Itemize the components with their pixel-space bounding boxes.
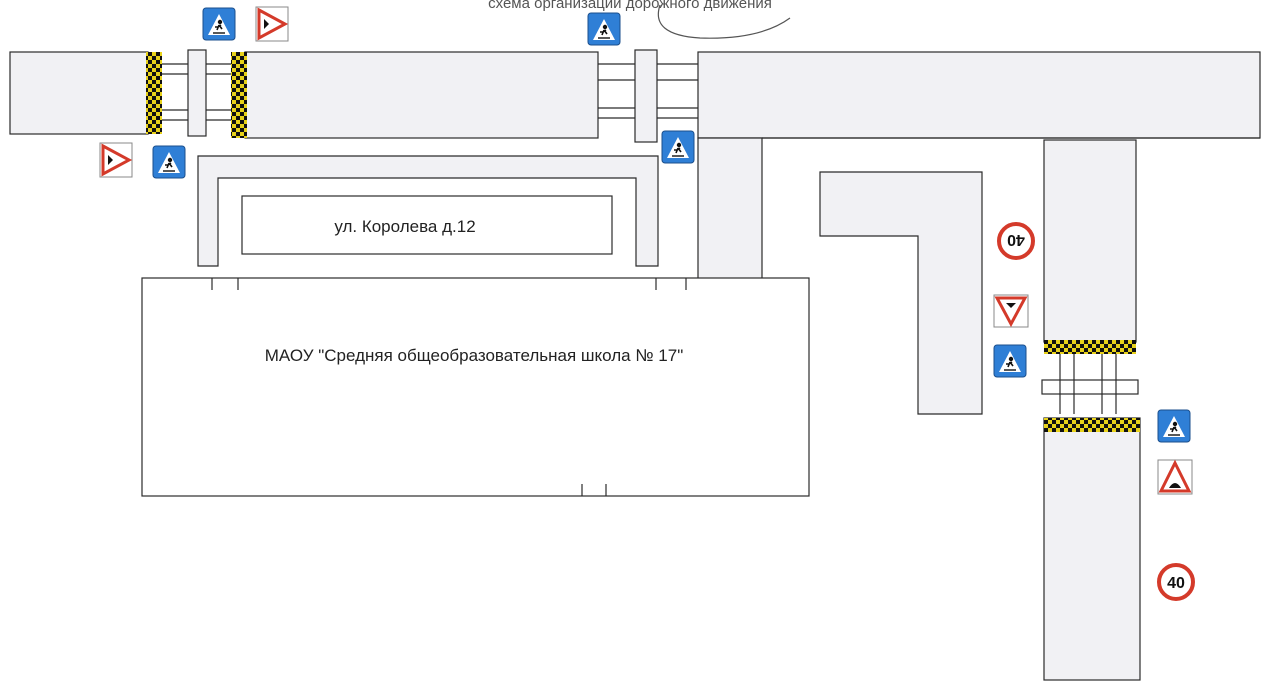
school-label: МАОУ "Средняя общеобразовательная школа … (265, 346, 684, 365)
give-way-icon (992, 293, 1030, 329)
speed-limit-value: 40 (1167, 575, 1185, 592)
bump-icon (1156, 458, 1194, 496)
pedestrian-crossing-icon (152, 145, 186, 179)
speed-limit-icon: 40 (1157, 563, 1195, 601)
speed-bump (1044, 340, 1136, 354)
scheme-caption: схема организации дорожного движения (488, 0, 772, 12)
pedestrian-crossing-icon (661, 130, 695, 164)
give-way-icon (254, 5, 290, 43)
pedestrian-crossing-icon (993, 344, 1027, 378)
pedestrian-crossing-icon (1157, 409, 1191, 443)
right-road (1041, 139, 1141, 681)
speed-bump (1044, 418, 1140, 432)
give-way-icon (98, 141, 134, 179)
pedestrian-crossing-icon (587, 12, 621, 46)
top-road (9, 49, 1261, 143)
speed-limit-value: 40 (1007, 231, 1025, 248)
traffic-scheme-map: схема организации дорожного движения ул.… (9, 0, 1261, 681)
driveway (697, 137, 763, 283)
speed-limit-icon: 40 (997, 222, 1035, 260)
residential-building-label: ул. Королева д.12 (334, 217, 475, 236)
school-building (141, 277, 810, 497)
l-shaped-area (819, 171, 983, 415)
pedestrian-crossing-icon (202, 7, 236, 41)
speed-bump (231, 52, 247, 138)
speed-bump (146, 52, 162, 134)
